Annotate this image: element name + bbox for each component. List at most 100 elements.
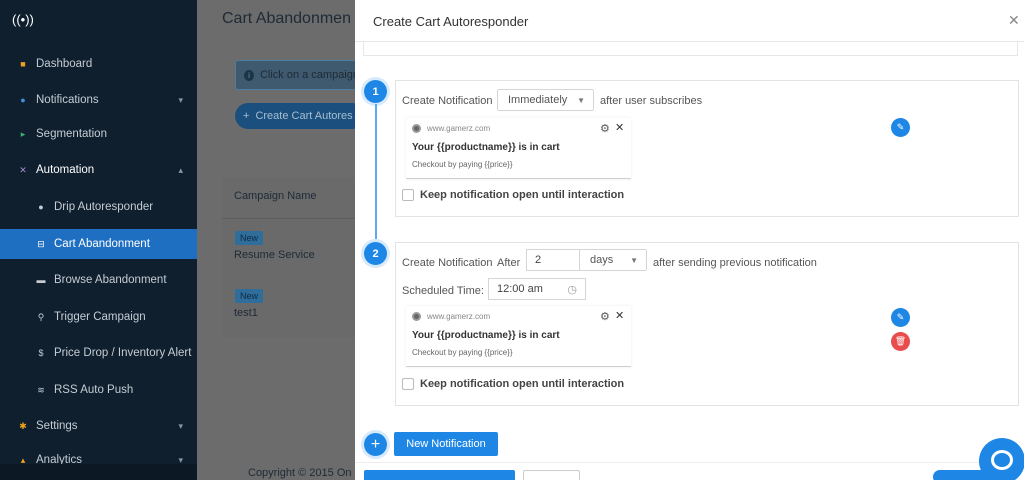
browser-icon: ▬ xyxy=(36,275,46,285)
sidebar-item-label: Drip Autoresponder xyxy=(54,201,154,213)
sidebar-item-label: Browse Abandonment xyxy=(54,274,167,286)
modal-title: Create Cart Autoresponder xyxy=(373,14,529,29)
sidebar-item-browse-abandonment[interactable]: ▬ Browse Abandonment xyxy=(0,265,197,295)
create-notification-label: Create Notification xyxy=(402,257,493,269)
drop-icon: ● xyxy=(38,202,44,212)
info-alert: i Click on a campaign xyxy=(235,60,360,90)
timing-select[interactable]: Immediately ▼ xyxy=(497,89,594,111)
chevron-down-icon: ▾ xyxy=(178,94,183,105)
notification-site: www.gamerz.com xyxy=(427,312,491,321)
info-text: Click on a campaign xyxy=(259,69,359,81)
gear-icon[interactable]: ⚙ xyxy=(600,310,610,323)
sidebar-item-label: Dashboard xyxy=(36,58,93,70)
delay-unit-select[interactable]: days ▼ xyxy=(579,249,647,271)
close-icon[interactable]: ✕ xyxy=(1008,12,1024,29)
after-word: After xyxy=(497,257,521,269)
sidebar-item-label: Trigger Campaign xyxy=(54,311,146,323)
sidebar-item-label: Segmentation xyxy=(36,128,107,140)
settings-icon: ✱ xyxy=(19,420,27,431)
previous-section xyxy=(363,42,1018,56)
step-number-badge: 1 xyxy=(364,80,387,103)
notification-title: Your {{productname}} is in cart xyxy=(412,330,560,341)
page-title: Cart Abandonmen xyxy=(222,10,351,27)
close-icon[interactable]: ✕ xyxy=(615,309,624,322)
sidebar-item-drip-autoresponder[interactable]: ● Drip Autoresponder xyxy=(0,192,197,222)
sidebar-footer xyxy=(0,464,197,480)
sidebar-item-label: Automation xyxy=(36,164,95,176)
sidebar-item-label: Cart Abandonment xyxy=(54,238,150,250)
chrome-icon xyxy=(412,124,421,133)
broadcast-logo-icon[interactable]: ((•)) xyxy=(12,12,34,32)
trigger-icon: ⚲ xyxy=(37,311,45,322)
status-badge: New xyxy=(235,289,264,303)
cart-icon: ⊟ xyxy=(37,238,45,249)
copyright-text: Copyright © 2015 On xyxy=(248,467,352,479)
scheduled-time-label: Scheduled Time: xyxy=(402,285,484,297)
modal-header: Create Cart Autoresponder ✕ xyxy=(355,0,1024,42)
sidebar-item-label: RSS Auto Push xyxy=(54,384,134,396)
gear-icon[interactable]: ⚙ xyxy=(600,122,610,135)
notification-site: www.gamerz.com xyxy=(427,124,491,133)
sidebar-item-trigger-campaign[interactable]: ⚲ Trigger Campaign xyxy=(0,302,197,332)
notification-step-card: Create Notification Immediately ▼ after … xyxy=(395,80,1019,217)
timing-value: Immediately xyxy=(508,94,568,106)
notification-step-card: Create Notification After 2 days ▼ after… xyxy=(395,242,1019,406)
chat-icon xyxy=(991,450,1013,470)
bell-icon: ● xyxy=(20,95,26,105)
dashboard-icon: ■ xyxy=(20,59,26,69)
notification-preview[interactable]: www.gamerz.com ⚙ ✕ Your {{productname}} … xyxy=(406,306,631,367)
campaign-name: Resume Service xyxy=(234,249,315,261)
chat-widget-button[interactable] xyxy=(979,438,1024,480)
edit-icon[interactable]: ✎ xyxy=(891,308,910,327)
notification-title: Your {{productname}} is in cart xyxy=(412,142,560,153)
scheduled-time-value: 12:00 am xyxy=(497,283,543,295)
sidebar-item-segmentation[interactable]: ▸ Segmentation xyxy=(0,119,197,149)
table-row[interactable] xyxy=(222,218,357,274)
after-text: after user subscribes xyxy=(600,95,703,107)
segmentation-icon: ▸ xyxy=(20,128,26,139)
create-cart-autoresponder-button[interactable]: + Create Cart Autores xyxy=(235,103,365,129)
rss-icon: ≋ xyxy=(37,384,45,395)
keep-open-checkbox[interactable] xyxy=(402,189,414,201)
keep-open-checkbox[interactable] xyxy=(402,378,414,390)
chevron-down-icon: ▾ xyxy=(178,420,183,431)
sidebar-item-cart-abandonment[interactable]: ⊟ Cart Abandonment xyxy=(0,229,197,259)
close-icon[interactable]: ✕ xyxy=(615,121,624,134)
delay-value-input[interactable]: 2 xyxy=(526,249,580,271)
delay-unit-value: days xyxy=(590,254,614,266)
sidebar-item-label: Price Drop / Inventory Alert xyxy=(54,347,192,359)
delete-icon[interactable]: 🗑 xyxy=(891,332,910,351)
plus-icon: + xyxy=(243,110,250,122)
chevron-down-icon: ▼ xyxy=(630,255,638,265)
info-icon: i xyxy=(244,69,254,81)
new-notification-button[interactable]: New Notification xyxy=(394,432,498,456)
step-number-badge: 2 xyxy=(364,242,387,265)
create-cart-autoresponder-modal: Create Cart Autoresponder ✕ 1 Create Not… xyxy=(355,0,1024,480)
chevron-down-icon: ▼ xyxy=(577,95,585,105)
dollar-icon: $ xyxy=(38,348,44,358)
save-button[interactable] xyxy=(364,470,515,480)
sidebar-item-label: Notifications xyxy=(36,94,99,106)
status-badge: New xyxy=(235,231,264,245)
sidebar-item-dashboard[interactable]: ■ Dashboard xyxy=(0,49,197,79)
create-notification-label: Create Notification xyxy=(402,95,493,107)
sidebar-item-settings[interactable]: ✱ Settings ▾ xyxy=(0,411,197,441)
add-step-button[interactable]: + xyxy=(364,433,387,456)
sidebar-item-rss-auto-push[interactable]: ≋ RSS Auto Push xyxy=(0,375,197,405)
sidebar: ((•)) ■ Dashboard ● Notifications ▾ ▸ Se… xyxy=(0,0,197,480)
campaign-name: test1 xyxy=(234,307,258,319)
clock-icon: ◷ xyxy=(567,283,577,296)
automation-icon: ✕ xyxy=(19,164,27,175)
chevron-up-icon: ▴ xyxy=(178,164,183,175)
sidebar-item-label: Settings xyxy=(36,420,78,432)
sidebar-item-notifications[interactable]: ● Notifications ▾ xyxy=(0,85,197,115)
create-button-label: Create Cart Autores xyxy=(255,110,353,122)
cancel-button[interactable] xyxy=(523,470,580,480)
scheduled-time-input[interactable]: 12:00 am ◷ xyxy=(488,278,586,300)
sidebar-item-price-drop[interactable]: $ Price Drop / Inventory Alert xyxy=(0,338,197,368)
edit-icon[interactable]: ✎ xyxy=(891,118,910,137)
chrome-icon xyxy=(412,312,421,321)
notification-preview[interactable]: www.gamerz.com ⚙ ✕ Your {{productname}} … xyxy=(406,118,631,179)
sidebar-item-automation[interactable]: ✕ Automation ▴ xyxy=(0,155,197,185)
after-text: after sending previous notification xyxy=(653,257,817,269)
